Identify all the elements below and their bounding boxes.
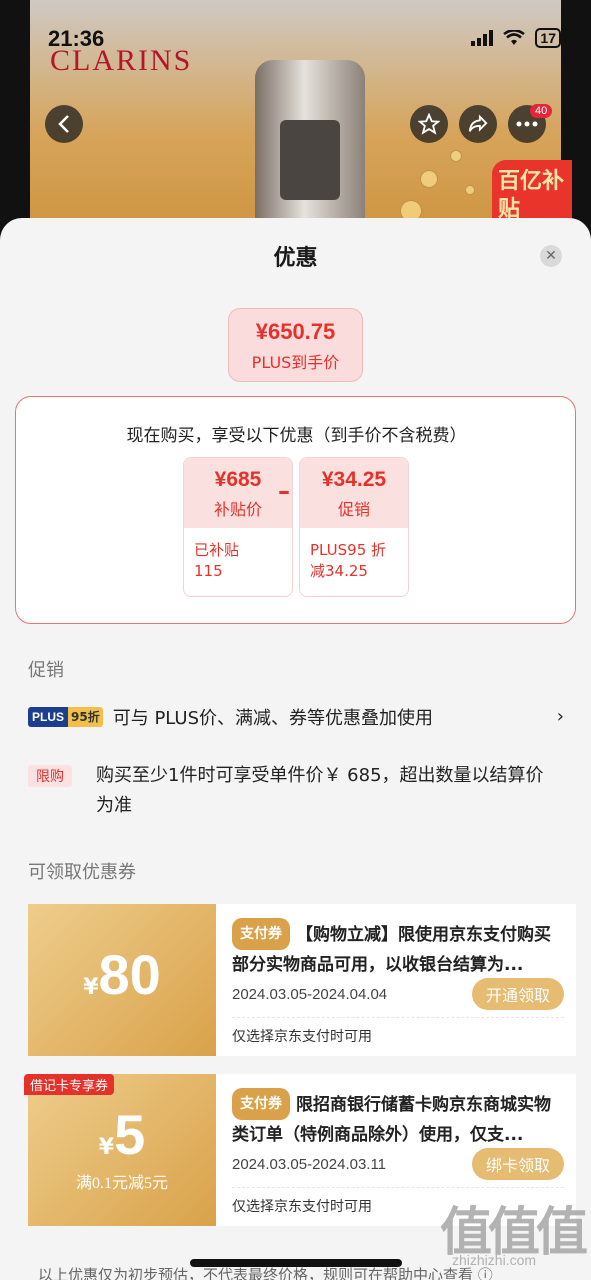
coupon-description: 支付券 【购物立减】限使用京东支付购买部分实物商品可用，以收银台结算为... <box>232 918 564 978</box>
battery-icon: 17 <box>535 28 561 48</box>
star-icon <box>418 113 440 135</box>
close-button[interactable]: ✕ <box>540 245 562 267</box>
wifi-icon <box>503 30 526 45</box>
share-icon <box>468 114 488 132</box>
coupon-value-panel: ¥5 满0.1元减5元 <box>28 1074 216 1226</box>
coupon-description: 支付券 限招商银行储蓄卡购京东商城实物类订单（特例商品除外）使用，仅支... <box>232 1088 564 1148</box>
favorite-button[interactable] <box>410 105 448 143</box>
chevron-right-icon: › <box>556 706 564 727</box>
coupon-type-badge: 支付券 <box>232 918 290 950</box>
coupon-amount: 5 <box>114 1103 146 1166</box>
chevron-left-icon <box>58 115 69 133</box>
product-cap <box>280 120 340 200</box>
promo-limit-row: 限购 购买至少1件时可享受单件价￥ 685，超出数量以结算价为准 <box>28 761 568 821</box>
back-button[interactable] <box>45 105 83 143</box>
coupon-card: ¥80 支付券 【购物立减】限使用京东支付购买部分实物商品可用，以收银台结算为..… <box>28 904 576 1056</box>
share-button[interactable] <box>459 105 497 143</box>
promo-plus-row[interactable]: PLUS 95折 可与 PLUS价、满减、券等优惠叠加使用 › <box>28 704 568 734</box>
status-time: 21:36 <box>48 26 105 51</box>
close-icon: ✕ <box>545 248 557 264</box>
coupon-amount: 80 <box>98 943 161 1006</box>
coupon-currency: ¥ <box>83 975 99 1000</box>
notification-badge: 40 <box>530 104 553 118</box>
promotion-note-line1: PLUS95 折 <box>310 541 387 559</box>
coupon-condition: 满0.1元减5元 <box>75 1175 168 1192</box>
activate-claim-button[interactable]: 开通领取 <box>471 978 564 1010</box>
coupon-currency: ¥ <box>98 1135 115 1160</box>
coupon-note: 仅选择京东支付时可用 <box>232 1029 372 1045</box>
final-price-amount: ¥650.75 <box>255 319 336 344</box>
final-price-label: PLUS到手价 <box>251 353 340 372</box>
promo-limit-text: 购买至少1件时可享受单件价￥ 685，超出数量以结算价为准 <box>96 765 544 816</box>
subsidy-note-line1: 已补贴 <box>194 541 240 559</box>
subsidy-price-value: ¥685 <box>214 468 262 491</box>
discount-sheet: 优惠 ✕ ¥650.75 PLUS到手价 现在购买，享受以下优惠（到手价不含税费… <box>0 218 591 1280</box>
promotion-label: 促销 <box>337 500 370 519</box>
final-price-box: ¥650.75 PLUS到手价 <box>228 308 363 382</box>
subsidy-note-line2: 115 <box>194 562 223 580</box>
plus-badge-discount: 95折 <box>68 707 103 727</box>
oil-drop <box>420 170 438 188</box>
watermark-url: zhizhizhi.com <box>452 1252 537 1268</box>
subsidy-price-card: ¥685 补贴价 已补贴 115 <box>183 457 293 597</box>
promotion-value: ¥34.25 <box>321 468 387 491</box>
status-icons: 17 <box>471 28 561 48</box>
home-indicator[interactable] <box>190 1259 402 1267</box>
debit-card-exclusive-tag: 借记卡专享券 <box>24 1074 115 1095</box>
coupon-type-badge: 支付券 <box>232 1088 290 1120</box>
limit-badge: 限购 <box>28 765 72 787</box>
more-dots-icon <box>516 121 538 127</box>
minus-operator: – <box>278 477 290 505</box>
promo-plus-text: 可与 PLUS价、满减、券等优惠叠加使用 <box>112 708 434 729</box>
cellular-signal-icon <box>471 30 494 46</box>
promotion-note-line2: 减34.25 <box>310 562 368 580</box>
oil-drop <box>450 150 462 162</box>
coupon-divider <box>232 1017 564 1018</box>
coupon-divider <box>232 1187 564 1188</box>
oil-drop <box>465 185 475 195</box>
plus-badge-label: PLUS <box>28 707 69 727</box>
price-breakdown: 现在购买，享受以下优惠（到手价不含税费） ¥685 补贴价 已补贴 115 – … <box>15 396 576 624</box>
sheet-title: 优惠 <box>273 246 318 271</box>
plus-95-badge: PLUS 95折 <box>28 707 103 727</box>
bind-card-claim-button[interactable]: 绑卡领取 <box>471 1148 564 1180</box>
subsidy-price-label: 补贴价 <box>213 500 262 519</box>
coupons-section-label: 可领取优惠券 <box>28 862 136 883</box>
promotion-card: ¥34.25 促销 PLUS95 折 减34.25 <box>299 457 409 597</box>
promotions-section-label: 促销 <box>28 660 64 681</box>
breakdown-intro: 现在购买，享受以下优惠（到手价不含税费） <box>126 426 467 446</box>
coupon-value-panel: ¥80 <box>28 904 216 1056</box>
